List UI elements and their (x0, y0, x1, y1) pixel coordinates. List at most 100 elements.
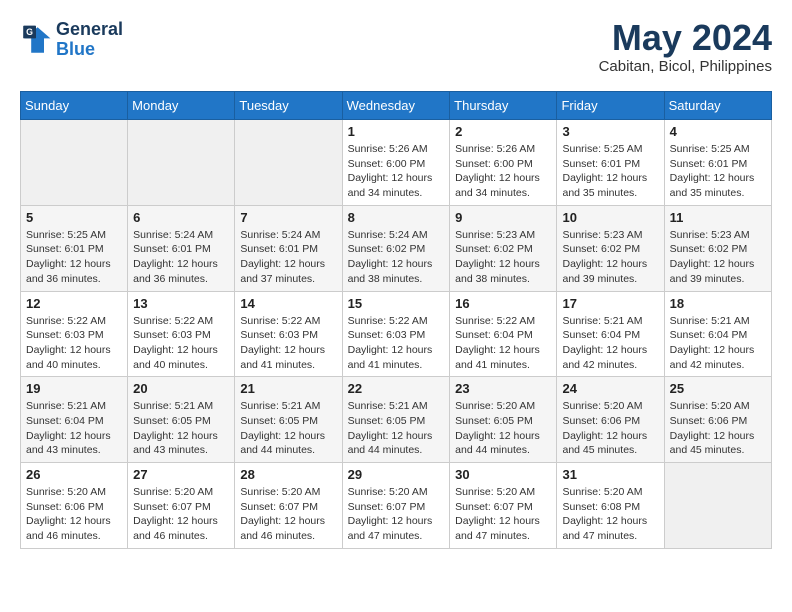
calendar-cell: 31 Sunrise: 5:20 AM Sunset: 6:08 PM Dayli… (557, 463, 664, 549)
day-number: 13 (133, 296, 229, 311)
day-info: Sunrise: 5:20 AM Sunset: 6:07 PM Dayligh… (455, 485, 551, 544)
day-header-friday: Friday (557, 92, 664, 120)
calendar-cell: 25Sunrise: 5:20 AM Sunset: 6:06 PM Dayli… (664, 377, 771, 463)
day-info: Sunrise: 5:21 AM Sunset: 6:04 PM Dayligh… (562, 314, 658, 373)
day-info: Sunrise: 5:25 AM Sunset: 6:01 PM Dayligh… (562, 142, 658, 201)
day-info: Sunrise: 5:23 AM Sunset: 6:02 PM Dayligh… (562, 228, 658, 287)
day-number: 29 (348, 467, 445, 482)
calendar-cell: 13 Sunrise: 5:22 AM Sunset: 6:03 PM Dayli… (128, 291, 235, 377)
calendar-cell: 20 Sunrise: 5:21 AM Sunset: 6:05 PM Dayli… (128, 377, 235, 463)
day-header-monday: Monday (128, 92, 235, 120)
day-info: Sunrise: 5:21 AM Sunset: 6:04 PM Dayligh… (670, 314, 766, 373)
day-header-tuesday: Tuesday (235, 92, 342, 120)
day-number: 26 (26, 467, 122, 482)
calendar-cell: 16 Sunrise: 5:22 AM Sunset: 6:04 PM Dayli… (450, 291, 557, 377)
day-info: Sunrise: 5:24 AM Sunset: 6:01 PM Dayligh… (240, 228, 336, 287)
day-info: Sunrise: 5:20 AM Sunset: 6:06 PM Dayligh… (26, 485, 122, 544)
day-info: Sunrise: 5:20 AM Sunset: 6:06 PM Dayligh… (670, 399, 766, 458)
day-header-saturday: Saturday (664, 92, 771, 120)
day-info: Sunrise: 5:22 AM Sunset: 6:03 PM Dayligh… (133, 314, 229, 373)
calendar-cell: 1 Sunrise: 5:26 AM Sunset: 6:00 PM Daylig… (342, 120, 450, 206)
calendar-cell: 29Sunrise: 5:20 AM Sunset: 6:07 PM Dayli… (342, 463, 450, 549)
calendar-cell (21, 120, 128, 206)
day-info: Sunrise: 5:21 AM Sunset: 6:05 PM Dayligh… (240, 399, 336, 458)
day-info: Sunrise: 5:23 AM Sunset: 6:02 PM Dayligh… (670, 228, 766, 287)
calendar-cell: 17 Sunrise: 5:21 AM Sunset: 6:04 PM Dayli… (557, 291, 664, 377)
day-info: Sunrise: 5:20 AM Sunset: 6:05 PM Dayligh… (455, 399, 551, 458)
calendar-cell: 3 Sunrise: 5:25 AM Sunset: 6:01 PM Daylig… (557, 120, 664, 206)
day-number: 22 (348, 381, 445, 396)
day-info: Sunrise: 5:25 AM Sunset: 6:01 PM Dayligh… (26, 228, 122, 287)
day-info: Sunrise: 5:26 AM Sunset: 6:00 PM Dayligh… (348, 142, 445, 201)
logo: G General Blue (20, 20, 123, 60)
day-number: 4 (670, 124, 766, 139)
day-info: Sunrise: 5:20 AM Sunset: 6:07 PM Dayligh… (240, 485, 336, 544)
calendar-cell: 23 Sunrise: 5:20 AM Sunset: 6:05 PM Dayli… (450, 377, 557, 463)
title-block: May 2024 Cabitan, Bicol, Philippines (599, 20, 772, 75)
day-number: 10 (562, 210, 658, 225)
day-info: Sunrise: 5:24 AM Sunset: 6:01 PM Dayligh… (133, 228, 229, 287)
day-number: 19 (26, 381, 122, 396)
calendar-cell: 21 Sunrise: 5:21 AM Sunset: 6:05 PM Dayli… (235, 377, 342, 463)
day-info: Sunrise: 5:22 AM Sunset: 6:03 PM Dayligh… (26, 314, 122, 373)
day-number: 21 (240, 381, 336, 396)
day-info: Sunrise: 5:23 AM Sunset: 6:02 PM Dayligh… (455, 228, 551, 287)
logo-text-line2: Blue (56, 40, 123, 60)
day-info: Sunrise: 5:22 AM Sunset: 6:04 PM Dayligh… (455, 314, 551, 373)
calendar-cell: 10 Sunrise: 5:23 AM Sunset: 6:02 PM Dayli… (557, 205, 664, 291)
calendar-header-row: SundayMondayTuesdayWednesdayThursdayFrid… (21, 92, 772, 120)
calendar-cell: 4 Sunrise: 5:25 AM Sunset: 6:01 PM Daylig… (664, 120, 771, 206)
logo-text-line1: General (56, 20, 123, 40)
calendar-week-5: 26 Sunrise: 5:20 AM Sunset: 6:06 PM Dayli… (21, 463, 772, 549)
calendar-cell: 24 Sunrise: 5:20 AM Sunset: 6:06 PM Dayli… (557, 377, 664, 463)
calendar-cell: 19 Sunrise: 5:21 AM Sunset: 6:04 PM Dayli… (21, 377, 128, 463)
page-header: G General Blue May 2024 Cabitan, Bicol, … (20, 20, 772, 75)
day-info: Sunrise: 5:24 AM Sunset: 6:02 PM Dayligh… (348, 228, 445, 287)
calendar-cell: 14 Sunrise: 5:22 AM Sunset: 6:03 PM Dayli… (235, 291, 342, 377)
calendar-cell: 28 Sunrise: 5:20 AM Sunset: 6:07 PM Dayli… (235, 463, 342, 549)
day-number: 28 (240, 467, 336, 482)
calendar-cell (128, 120, 235, 206)
day-number: 30 (455, 467, 551, 482)
day-number: 20 (133, 381, 229, 396)
day-number: 5 (26, 210, 122, 225)
day-number: 24 (562, 381, 658, 396)
day-info: Sunrise: 5:20 AM Sunset: 6:06 PM Dayligh… (562, 399, 658, 458)
day-number: 7 (240, 210, 336, 225)
day-number: 2 (455, 124, 551, 139)
day-number: 31 (562, 467, 658, 482)
calendar-cell (664, 463, 771, 549)
day-info: Sunrise: 5:21 AM Sunset: 6:05 PM Dayligh… (348, 399, 445, 458)
day-header-wednesday: Wednesday (342, 92, 450, 120)
day-number: 9 (455, 210, 551, 225)
calendar-cell: 22 Sunrise: 5:21 AM Sunset: 6:05 PM Dayli… (342, 377, 450, 463)
day-info: Sunrise: 5:25 AM Sunset: 6:01 PM Dayligh… (670, 142, 766, 201)
calendar-cell: 11Sunrise: 5:23 AM Sunset: 6:02 PM Dayli… (664, 205, 771, 291)
day-info: Sunrise: 5:20 AM Sunset: 6:07 PM Dayligh… (133, 485, 229, 544)
calendar-week-4: 19 Sunrise: 5:21 AM Sunset: 6:04 PM Dayli… (21, 377, 772, 463)
calendar-cell: 15Sunrise: 5:22 AM Sunset: 6:03 PM Dayli… (342, 291, 450, 377)
calendar-cell: 18 Sunrise: 5:21 AM Sunset: 6:04 PM Dayli… (664, 291, 771, 377)
day-info: Sunrise: 5:21 AM Sunset: 6:05 PM Dayligh… (133, 399, 229, 458)
calendar-week-3: 12Sunrise: 5:22 AM Sunset: 6:03 PM Dayli… (21, 291, 772, 377)
day-number: 3 (562, 124, 658, 139)
day-number: 16 (455, 296, 551, 311)
day-info: Sunrise: 5:20 AM Sunset: 6:08 PM Dayligh… (562, 485, 658, 544)
day-number: 23 (455, 381, 551, 396)
location-subtitle: Cabitan, Bicol, Philippines (599, 58, 772, 75)
calendar-table: SundayMondayTuesdayWednesdayThursdayFrid… (20, 91, 772, 549)
day-number: 15 (348, 296, 445, 311)
day-info: Sunrise: 5:26 AM Sunset: 6:00 PM Dayligh… (455, 142, 551, 201)
day-number: 18 (670, 296, 766, 311)
calendar-cell: 5 Sunrise: 5:25 AM Sunset: 6:01 PM Daylig… (21, 205, 128, 291)
day-number: 14 (240, 296, 336, 311)
day-info: Sunrise: 5:22 AM Sunset: 6:03 PM Dayligh… (240, 314, 336, 373)
calendar-cell (235, 120, 342, 206)
day-number: 1 (348, 124, 445, 139)
day-number: 8 (348, 210, 445, 225)
month-title: May 2024 (599, 20, 772, 56)
calendar-week-1: 1 Sunrise: 5:26 AM Sunset: 6:00 PM Daylig… (21, 120, 772, 206)
day-number: 17 (562, 296, 658, 311)
day-info: Sunrise: 5:21 AM Sunset: 6:04 PM Dayligh… (26, 399, 122, 458)
calendar-cell: 8 Sunrise: 5:24 AM Sunset: 6:02 PM Daylig… (342, 205, 450, 291)
